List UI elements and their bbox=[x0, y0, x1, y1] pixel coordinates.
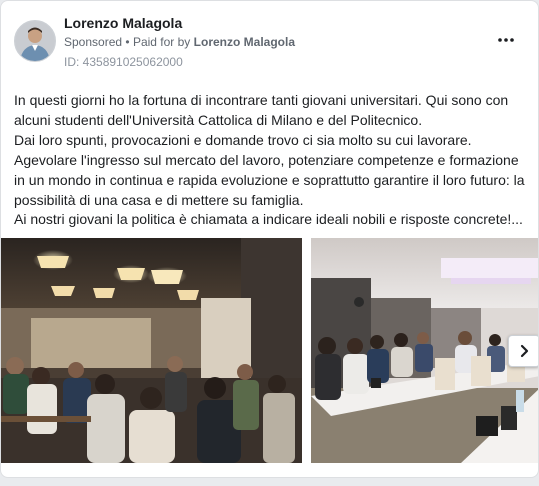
body-line: Ai nostri giovani la politica è chiamata… bbox=[14, 211, 523, 228]
body-line: in un mondo in continua e rapida evoluzi… bbox=[14, 171, 525, 188]
body-line: possibilità di una casa e di mettere su … bbox=[14, 191, 304, 208]
body-line: In questi giorni ho la fortuna di incont… bbox=[14, 92, 509, 108]
restaurant-students-photo bbox=[1, 238, 302, 463]
photo-carousel bbox=[1, 238, 538, 463]
more-horizontal-icon bbox=[498, 38, 514, 42]
chevron-right-icon bbox=[520, 344, 529, 358]
avatar-image bbox=[15, 21, 55, 61]
carousel-photo-1[interactable] bbox=[1, 238, 302, 463]
more-options-button[interactable] bbox=[498, 29, 514, 47]
sponsored-post-card: Lorenzo Malagola Sponsored • Paid for by… bbox=[0, 0, 539, 478]
body-line: Dai loro spunti, provocazioni e domande … bbox=[14, 131, 472, 148]
author-name[interactable]: Lorenzo Malagola bbox=[64, 15, 182, 31]
sponsored-info: Sponsored • Paid for by Lorenzo Malagola bbox=[64, 35, 295, 49]
body-line: Agevolare l'ingresso sul mercato del lav… bbox=[14, 151, 519, 168]
ad-id: ID: 435891025062000 bbox=[64, 55, 183, 69]
paid-for-by-label: Paid for by bbox=[132, 35, 191, 49]
carousel-next-button[interactable] bbox=[508, 335, 538, 367]
separator-dot: • bbox=[125, 35, 130, 49]
body-line: alcuni studenti dell'Università Cattolic… bbox=[14, 111, 423, 128]
carousel-photo-2[interactable] bbox=[311, 238, 538, 463]
paid-for-by-name[interactable]: Lorenzo Malagola bbox=[194, 35, 295, 49]
sponsored-label: Sponsored bbox=[64, 35, 123, 49]
post-body-text: In questi giorni ho la fortuna di incont… bbox=[14, 91, 529, 230]
long-table-students-photo bbox=[311, 238, 538, 463]
author-avatar[interactable] bbox=[14, 20, 56, 62]
